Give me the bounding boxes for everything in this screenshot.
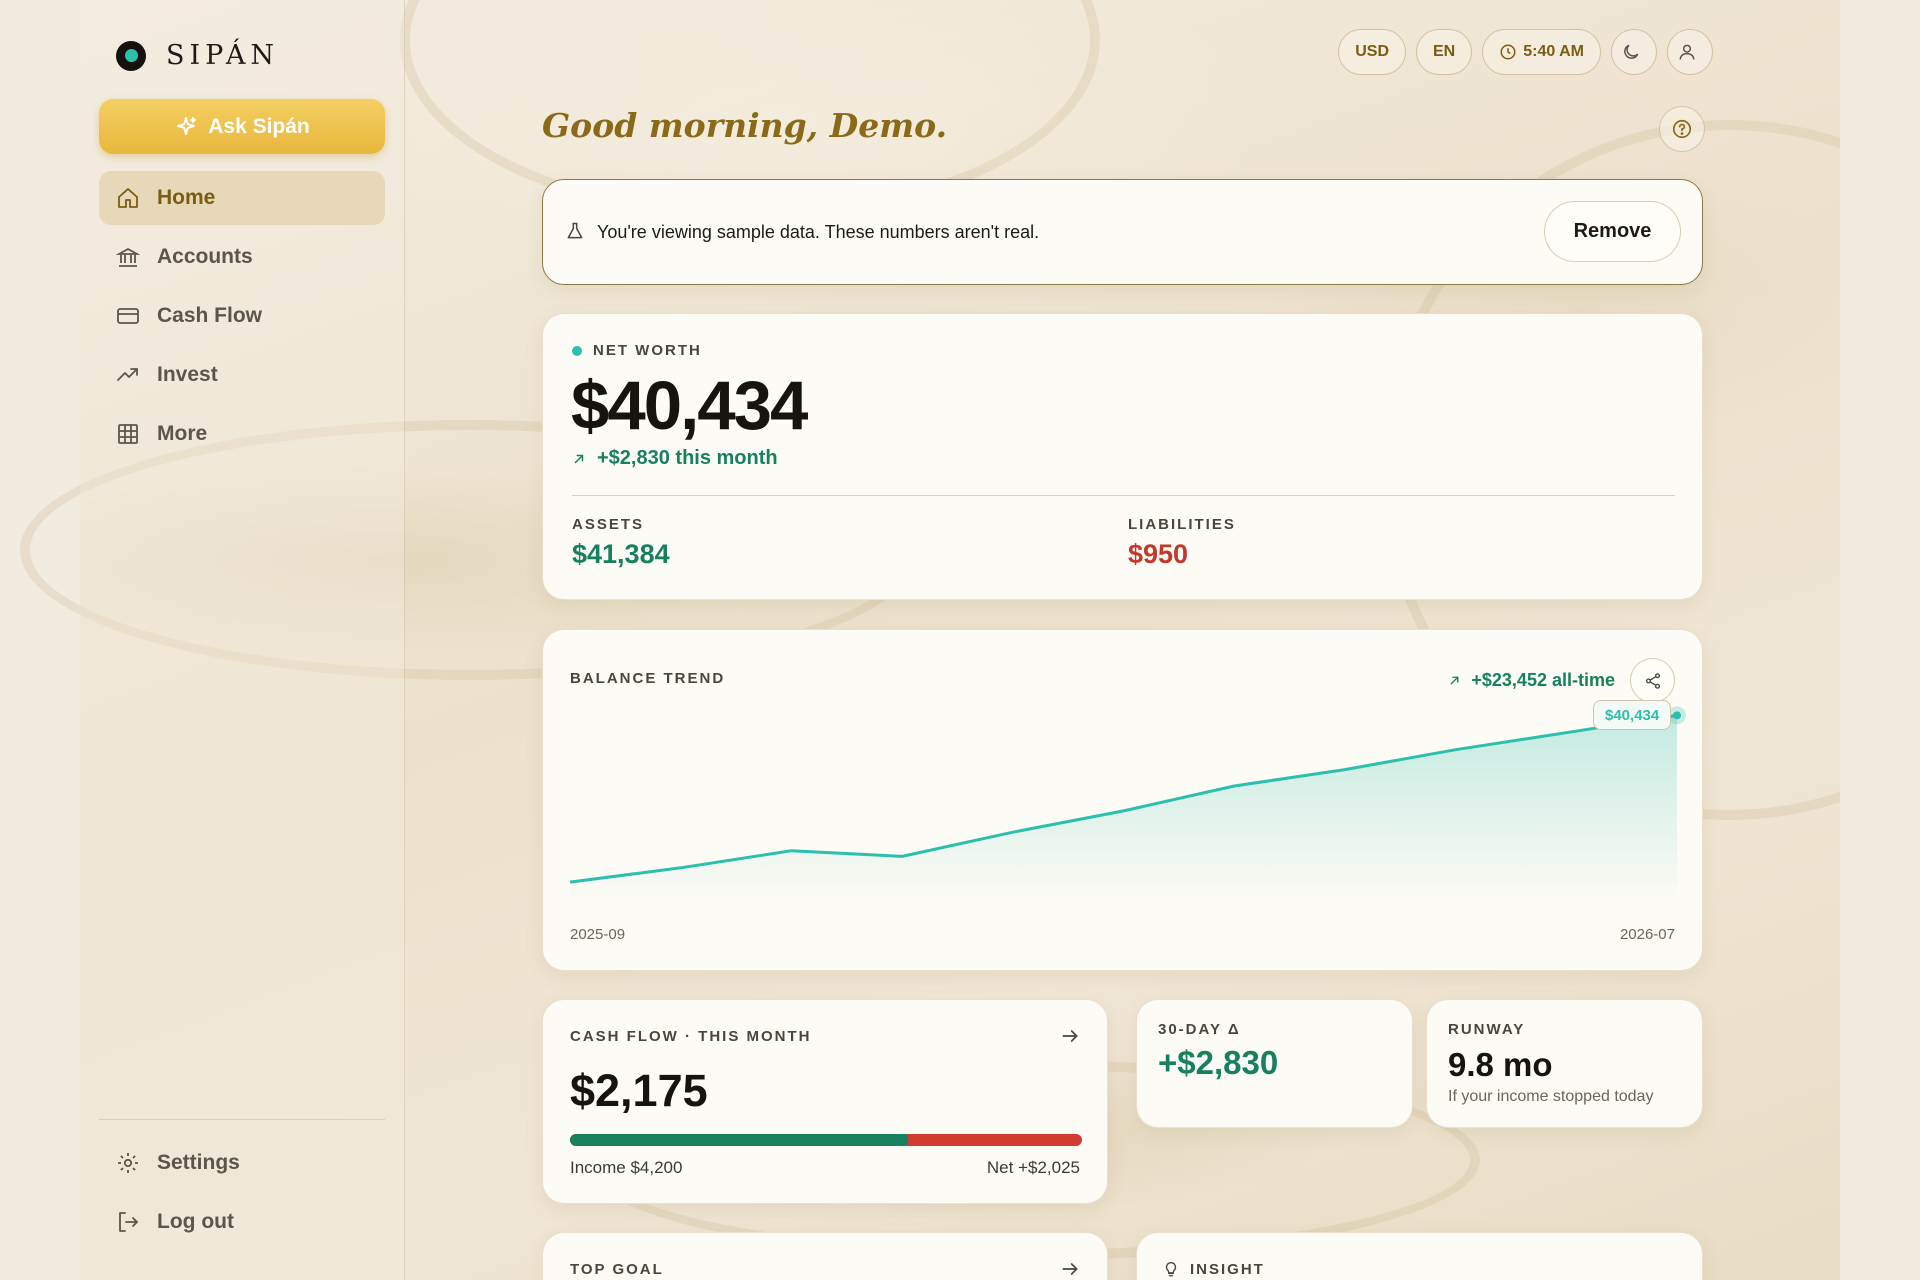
income-fill (570, 1134, 908, 1146)
net-worth-change-text: +$2,830 this month (597, 447, 778, 469)
ask-sipan-button[interactable]: Ask Sipán (99, 99, 385, 154)
balance-trend-card: BALANCE TREND +$23,452 all-time $40,434 … (542, 629, 1703, 971)
card-icon (117, 308, 139, 324)
top-goal-label: TOP GOAL (570, 1261, 664, 1278)
remove-sample-button[interactable]: Remove (1544, 201, 1681, 262)
main-nav: Home Accounts Cash Flow Invest More (99, 171, 385, 466)
top-bar: USD EN 5:40 AM (1338, 29, 1713, 75)
greeting: Good morning, Demo. (542, 106, 948, 145)
trending-up-icon (117, 368, 138, 381)
page-edge-left (0, 0, 80, 1280)
sparkle-icon (177, 116, 197, 135)
clock-time: 5:40 AM (1523, 43, 1584, 60)
app-name: SIPÁN (166, 40, 279, 71)
balance-trend-label: BALANCE TREND (570, 670, 726, 687)
sidebar-item-invest[interactable]: Invest (99, 348, 385, 402)
net-worth-value: $40,434 (571, 367, 808, 444)
sidebar-item-label: Log out (157, 1210, 234, 1233)
home-icon (118, 188, 138, 208)
gear-icon (118, 1153, 138, 1173)
sample-data-message: You're viewing sample data. These number… (597, 222, 1040, 242)
thirty-day-delta-value: +$2,830 (1158, 1044, 1279, 1081)
arrow-right-icon[interactable] (1060, 1026, 1080, 1046)
sample-data-banner: You're viewing sample data. These number… (542, 179, 1703, 285)
currency-selector[interactable]: USD (1338, 29, 1406, 75)
sidebar-divider (99, 1119, 385, 1120)
cash-flow-card[interactable]: CASH FLOW · THIS MONTH $2,175 Income $4,… (542, 999, 1108, 1204)
runway-subtitle: If your income stopped today (1448, 1088, 1654, 1105)
user-icon (1679, 44, 1695, 60)
share-icon (1645, 672, 1660, 689)
arrow-up-right-icon (1450, 676, 1459, 685)
balance-end-point[interactable] (1673, 711, 1681, 720)
ask-sipan-label: Ask Sipán (208, 114, 310, 138)
assets-label: ASSETS (572, 516, 645, 533)
sidebar-item-logout[interactable]: Log out (99, 1195, 385, 1249)
net-worth-label-row: NET WORTH (572, 342, 702, 359)
cash-flow-bar (570, 1134, 1082, 1146)
grid-icon (118, 424, 138, 444)
liabilities-value: $950 (1128, 539, 1189, 569)
language-selector[interactable]: EN (1416, 29, 1473, 75)
share-button[interactable] (1630, 658, 1675, 703)
x-axis-start-label: 2025-09 (570, 926, 626, 943)
balance-trend-delta: +$23,452 all-time (1448, 670, 1615, 691)
top-goal-card[interactable]: TOP GOAL (542, 1232, 1108, 1280)
net-worth-card: NET WORTH $40,434 +$2,830 this month ASS… (542, 313, 1703, 600)
sidebar-item-cash-flow[interactable]: Cash Flow (99, 289, 385, 343)
x-axis-end-label: 2026-07 (1619, 926, 1675, 943)
assets-value: $41,384 (572, 539, 670, 569)
cash-flow-label: CASH FLOW · THIS MONTH (570, 1028, 812, 1045)
profile-button[interactable] (1667, 29, 1713, 75)
sidebar-item-label: Home (157, 186, 216, 209)
sidebar-item-more[interactable]: More (99, 407, 385, 461)
sidebar-item-home[interactable]: Home (99, 171, 385, 225)
balance-area (570, 715, 1677, 902)
runway-value: 9.8 mo (1448, 1046, 1553, 1083)
runway-card: RUNWAY 9.8 mo If your income stopped tod… (1426, 999, 1703, 1128)
divider (572, 495, 1675, 496)
thirty-day-delta-label: 30-DAY Δ (1158, 1021, 1241, 1038)
sidebar-item-label: Cash Flow (157, 304, 263, 327)
sidebar-item-settings[interactable]: Settings (99, 1136, 385, 1190)
net-worth-change: +$2,830 this month (572, 447, 778, 470)
arrow-right-icon[interactable] (1060, 1259, 1080, 1279)
flask-icon (567, 222, 583, 239)
insight-label-row: INSIGHT (1162, 1259, 1265, 1279)
balance-trend-delta-text: +$23,452 all-time (1471, 670, 1615, 690)
sidebar-item-label: Accounts (157, 245, 253, 268)
help-icon (1672, 119, 1692, 139)
runway-label: RUNWAY (1448, 1021, 1526, 1038)
lightbulb-icon (1165, 1262, 1177, 1277)
sidebar-item-accounts[interactable]: Accounts (99, 230, 385, 284)
bank-icon (116, 247, 140, 267)
liabilities-label: LIABILITIES (1128, 516, 1236, 533)
sidebar-item-label: More (157, 422, 208, 445)
help-button[interactable] (1659, 106, 1705, 152)
income-text: Income $4,200 (570, 1158, 683, 1177)
theme-toggle[interactable] (1611, 29, 1657, 75)
bottom-nav: Settings Log out (99, 1136, 385, 1254)
arrow-up-right-icon (574, 454, 584, 463)
insight-card: INSIGHT (1136, 1232, 1703, 1280)
chart-end-value-tag: $40,434 (1593, 700, 1672, 730)
page-edge-right (1840, 0, 1920, 1280)
net-worth-label: NET WORTH (593, 342, 702, 359)
sidebar-item-label: Invest (157, 363, 218, 386)
insight-label: INSIGHT (1190, 1260, 1265, 1278)
logout-icon (119, 1212, 138, 1232)
sidebar: SIPÁN Ask Sipán Home Accounts Cash Flow … (80, 0, 405, 1280)
clock-pill[interactable]: 5:40 AM (1482, 29, 1601, 75)
thirty-day-delta-card: 30-DAY Δ +$2,830 (1136, 999, 1413, 1128)
net-text: Net +$2,025 (986, 1158, 1080, 1177)
sidebar-item-label: Settings (157, 1151, 240, 1174)
status-dot (572, 345, 582, 356)
cash-flow-value: $2,175 (570, 1065, 708, 1116)
logo[interactable]: SIPÁN (116, 40, 279, 71)
logo-mark-icon (116, 40, 146, 71)
moon-icon (1624, 44, 1639, 59)
clock-icon (1500, 44, 1516, 60)
